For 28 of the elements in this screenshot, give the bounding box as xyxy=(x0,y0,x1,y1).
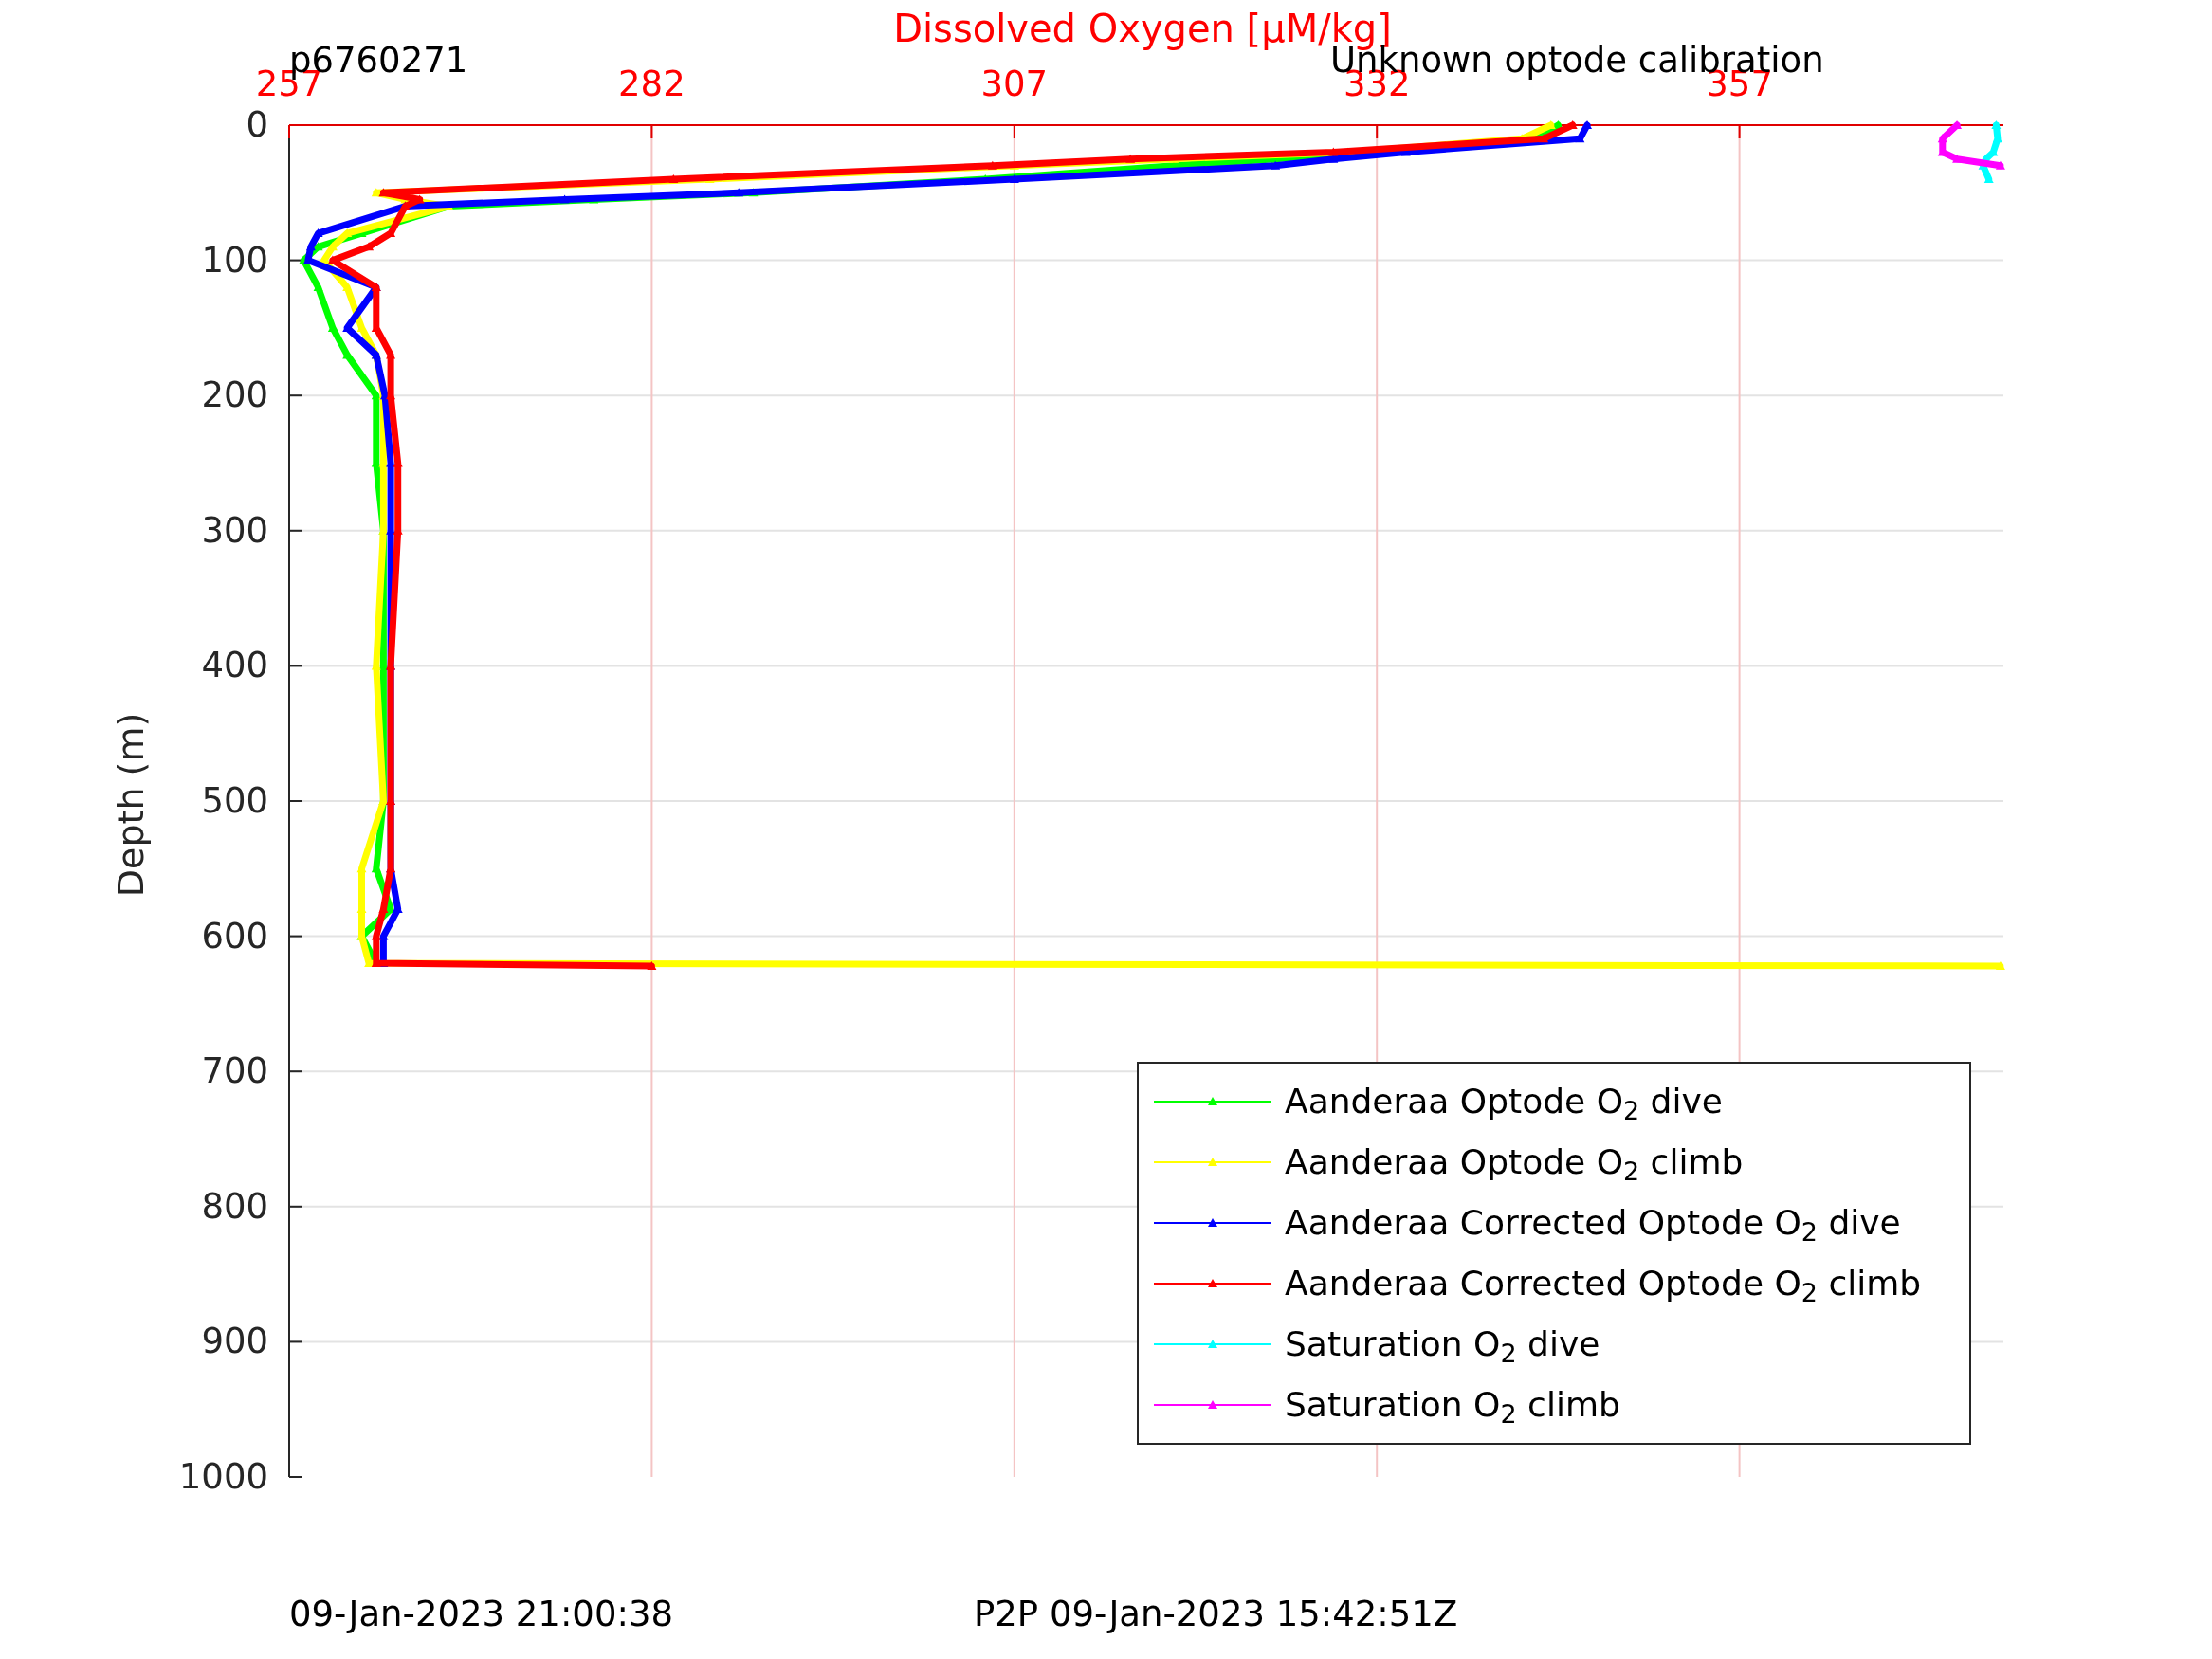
x-tick-label: 307 xyxy=(979,66,1050,101)
y-tick-label: 500 xyxy=(200,783,268,818)
legend-line-icon xyxy=(1154,1156,1271,1169)
y-tick-label: 600 xyxy=(200,918,268,954)
legend-label: Saturation O$_{2}$ dive xyxy=(1285,1327,1600,1361)
x-tick-label: 282 xyxy=(617,66,686,101)
legend-line-icon xyxy=(1154,1338,1271,1351)
timestamp-label: 09-Jan-2023 21:00:38 xyxy=(289,1596,673,1632)
axis-title: Depth (m) xyxy=(113,711,149,900)
y-tick-label: 400 xyxy=(200,647,268,684)
legend-label: Aanderaa Optode O$_{2}$ climb xyxy=(1285,1145,1744,1179)
y-tick-label: 900 xyxy=(200,1323,268,1359)
y-tick-label: 100 xyxy=(200,242,268,278)
y-tick-label: 700 xyxy=(200,1053,268,1089)
legend-label: Aanderaa Optode O$_{2}$ dive xyxy=(1285,1085,1723,1119)
y-tick-label: 200 xyxy=(200,377,268,413)
legend-line-icon xyxy=(1154,1398,1271,1412)
legend-line-icon xyxy=(1154,1216,1271,1230)
legend-label: Aanderaa Corrected Optode O$_{2}$ dive xyxy=(1285,1206,1901,1240)
legend-label: Saturation O$_{2}$ climb xyxy=(1285,1388,1620,1422)
legend-line-icon xyxy=(1154,1095,1271,1108)
y-tick-label: 0 xyxy=(245,107,268,142)
legend-label: Aanderaa Corrected Optode O$_{2}$ climb xyxy=(1285,1267,1922,1301)
legend-line-icon xyxy=(1154,1277,1271,1290)
timestamp-label: P2P 09-Jan-2023 15:42:51Z xyxy=(974,1596,1458,1632)
y-tick-label: 800 xyxy=(200,1188,268,1224)
y-tick-label: 1000 xyxy=(177,1459,268,1494)
y-tick-label: 300 xyxy=(200,512,268,548)
